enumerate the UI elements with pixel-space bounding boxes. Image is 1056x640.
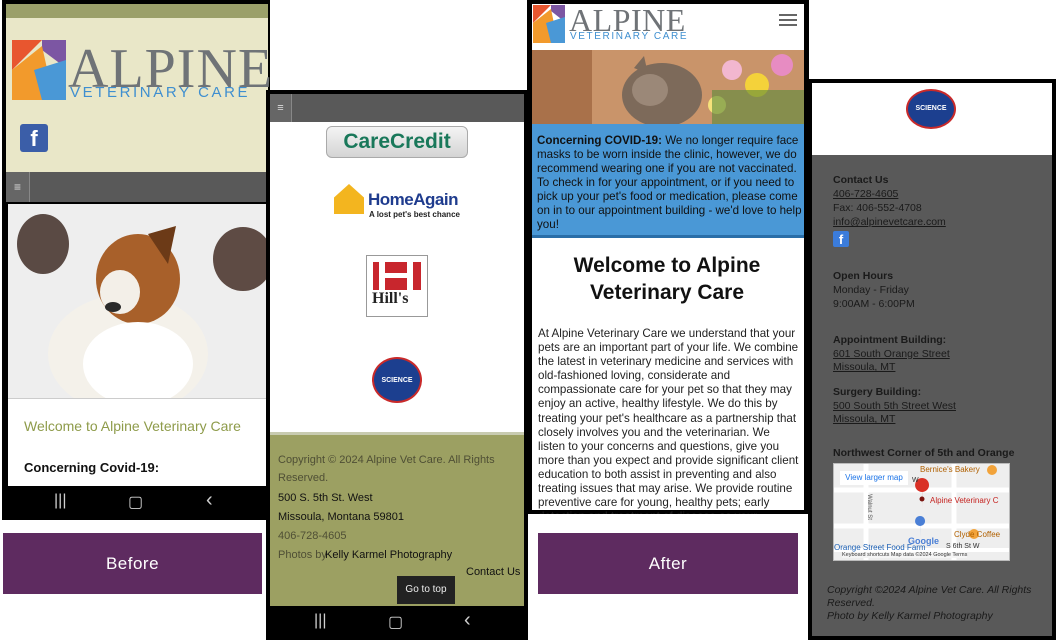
homeagain-logo[interactable]: HomeAgain [368,190,458,210]
map-label-bernice: Bernice's Bakery [920,465,980,474]
hours-time: 9:00AM - 6:00PM [833,298,915,310]
covid-notice: Concerning COVID-19: We no longer requir… [537,134,803,232]
alpine-logo-icon [12,40,66,100]
appointment-heading: Appointment Building: [833,334,947,346]
hero-cat-photo [532,50,804,124]
before-phone-footer: ≡ CareCredit HomeAgain A lost pet's best… [266,90,528,640]
map-label-street: S 6th St W [946,543,980,550]
welcome-heading: Welcome to Alpine Veterinary Care [24,418,241,434]
photo-credit-prefix: Photos by [278,549,327,561]
address-line-2: Missoula, Montana 59801 [278,511,404,523]
hours-heading: Open Hours [833,270,894,282]
surgery-address-2[interactable]: Missoula, MT [833,413,895,426]
photo-credit: Photo by Kelly Karmel Photography [827,610,993,622]
map-label-alpine: Alpine Veterinary C [930,496,999,505]
photo-credit-link[interactable]: Kelly Karmel Photography [325,546,452,564]
brand-subtitle: VETERINARY CARE [570,31,689,42]
copyright-text: Copyright © 2024 Alpine Vet Care. All Ri… [278,454,495,484]
back-button[interactable]: ‹ [464,609,471,632]
google-logo: Google [908,536,939,546]
map-footer: Keyboard shortcuts Map data ©2024 Google… [842,552,968,558]
map-label-w: W [912,477,919,484]
contact-us-link[interactable]: Contact Us [466,566,520,578]
map-heading: Northwest Corner of 5th and Orange [833,447,1015,459]
facebook-icon[interactable]: f [20,124,48,152]
appointment-address-2[interactable]: Missoula, MT [833,361,895,374]
hamburger-menu-bar [779,19,797,21]
surgery-address-1[interactable]: 500 South 5th Street West [833,400,956,413]
menu-button[interactable]: ≡ [6,172,30,202]
google-map[interactable]: View larger map Bernice's Bakery W Alpin… [833,463,1010,561]
hero-dog-photo [8,204,266,398]
nav-bar [270,94,524,122]
brand-subtitle: VETERINARY CARE [70,84,251,101]
hills-text: Hill's [372,290,409,307]
before-phone-home: ALPINE VETERINARY CARE f ≡ Welcome to Al… [2,0,270,520]
after-phone-footer: SCIENCE DIET Contact Us 406-728-4605 Fax… [808,79,1056,640]
map-label-walnut: Walnut St [865,494,872,520]
after-phone-home: ALPINE VETERINARY CARE Concerning COVID-… [527,0,809,514]
view-larger-map-link[interactable]: View larger map [840,471,908,485]
intro-paragraph: At Alpine Veterinary Care we understand … [538,327,799,514]
covid-notice-body: We no longer require face masks to be wo… [537,134,802,231]
copyright-text: Copyright ©2024 Alpine Vet Care. All Rig… [827,584,1032,609]
address-line-1: 500 S. 5th St. West [278,492,373,504]
appointment-address-1[interactable]: 601 South Orange Street [833,348,950,361]
home-button[interactable]: ▢ [388,612,403,632]
carecredit-logo[interactable]: CareCredit [326,126,468,158]
covid-notice-title: Concerning COVID-19: [537,134,662,147]
recents-button[interactable]: ||| [314,612,326,630]
homeagain-tagline: A lost pet's best chance [369,210,460,219]
after-label: After [538,533,798,594]
phone-link[interactable]: 406-728-4605 [278,527,347,545]
home-button[interactable]: ▢ [128,492,143,512]
map-label-clyde: Clyde Coffee [954,530,1001,539]
covid-heading: Concerning Covid-19: [24,460,160,475]
back-button[interactable]: ‹ [206,489,213,512]
menu-button[interactable]: ≡ [270,94,292,122]
go-to-top-button[interactable]: Go to top [397,576,455,604]
hours-days: Monday - Friday [833,284,909,296]
fax-text: Fax: 406-552-4708 [833,202,922,214]
welcome-heading: Welcome to Alpine Veterinary Care [573,254,761,304]
science-diet-logo[interactable]: SCIENCE DIET [372,357,422,428]
before-label: Before [3,533,262,594]
facebook-icon[interactable]: f [833,231,849,247]
email-link[interactable]: info@alpinevetcare.com [833,216,946,229]
contact-heading: Contact Us [833,174,889,186]
nav-bar [6,172,268,202]
science-diet-logo[interactable]: SCIENCE DIET [906,89,956,148]
phone-link[interactable]: 406-728-4605 [833,188,898,201]
recents-button[interactable]: ||| [54,492,66,510]
surgery-heading: Surgery Building: [833,386,922,398]
alpine-logo-icon [533,5,565,43]
top-stripe [6,4,268,18]
